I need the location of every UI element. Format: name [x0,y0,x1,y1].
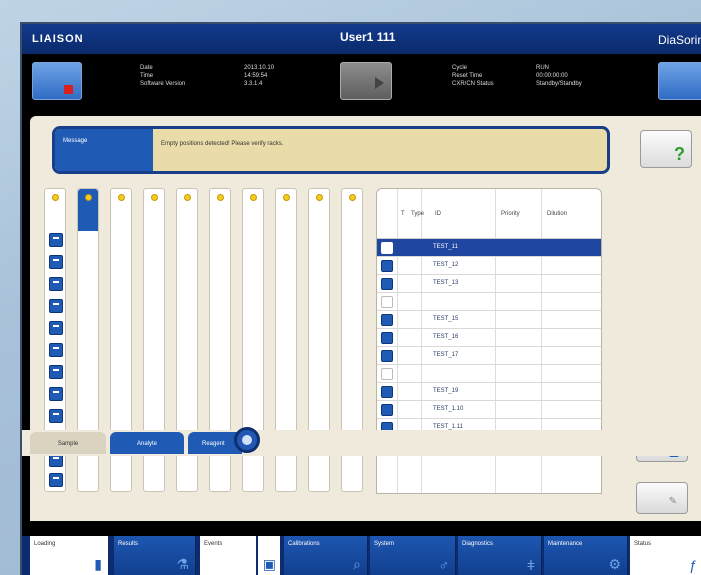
info-labels-right: Cycle Reset Time CXR/CN Status [452,65,494,87]
main-panel: Message Empty positions detected! Please… [30,116,701,521]
message-box: Message Empty positions detected! Please… [52,126,610,174]
secondary-card-button[interactable] [658,62,701,100]
message-text: Empty positions detected! Please verify … [161,141,284,147]
table-row[interactable]: TEST_16 [377,329,601,347]
tube-icon [381,350,393,362]
nav-calibrations[interactable]: Calibrations ⌕ [284,536,368,575]
rack-status-icon [52,194,59,201]
tube-icon [381,404,393,416]
play-button[interactable] [340,62,392,100]
question-mark-icon: ? [674,144,685,164]
table-row[interactable]: TEST_17 [377,347,601,365]
rack-status-icon [217,194,224,201]
nav-book[interactable]: ▣ [258,536,280,575]
tab-analyte[interactable]: Analyte [110,432,184,454]
alarm-indicator-icon [64,85,73,94]
message-label: Message [55,129,153,171]
nav-diagnostics[interactable]: Diagnostics ǂ [458,536,542,575]
tube-icon: ▮ [94,556,102,572]
flask-icon: ⚗ [176,556,189,572]
brand-logo: LIAISON [32,33,84,45]
rack-status-icon [283,194,290,201]
table-row[interactable]: TEST_19 [377,383,601,401]
rack-status-icon [85,194,92,201]
info-values-right: RUN 00:00:00:00 Standby/Standby [536,65,582,87]
book-icon: ▣ [262,556,276,572]
thermometer-icon: ǂ [526,557,535,573]
table-row[interactable]: TEST_12 [377,257,601,275]
tube-icon [49,409,63,423]
tube-icon [381,260,393,272]
tube-icon [49,343,63,357]
info-icon: ƒ [689,557,697,573]
tube-icon [49,255,63,269]
bottom-nav: Loading ▮ Results ⚗ Events ▣ Calibration… [22,536,701,575]
info-bar: Date Time Software Version 2013.10.10 14… [22,54,701,116]
info-labels-left: Date Time Software Version [140,65,186,87]
tube-icon [49,277,63,291]
tube-icon [381,242,393,254]
tube-icon [49,473,63,487]
gear-icon: ⚙ [608,556,621,572]
table-row[interactable]: TEST_13 [377,275,601,293]
title-bar: LIAISON User1 111 DiaSorin [22,24,701,54]
table-row[interactable]: TEST_15 [377,311,601,329]
tab-bar: Sample Analyte Reagent [22,427,701,456]
nav-results[interactable]: Results ⚗ [114,536,196,575]
help-button[interactable]: ? [640,130,692,168]
table-row[interactable] [377,293,601,311]
search-icon: ⌕ [353,556,361,572]
nav-system[interactable]: System ♂ [370,536,456,575]
analyzer-card-button[interactable] [32,62,82,100]
nav-maintenance[interactable]: Maintenance ⚙ [544,536,628,575]
tube-icon [381,314,393,326]
tube-icon [381,278,393,290]
play-icon [375,77,384,89]
pencil-icon: ✎ [668,496,677,507]
edit-button[interactable]: ✎ [636,482,688,514]
tube-icon [381,386,393,398]
rack-status-icon [118,194,125,201]
nav-events[interactable]: Events [200,536,256,575]
nav-loading[interactable]: Loading ▮ [30,536,108,575]
tube-icon [381,332,393,344]
table-row[interactable]: TEST_1.10 [377,401,601,419]
tube-icon [49,233,63,247]
rack-status-icon [184,194,191,201]
tube-icon [49,365,63,379]
instrument-screen: LIAISON User1 111 DiaSorin Date Time Sof… [20,22,701,575]
wrench-icon: ♂ [438,557,450,573]
rack-status-icon [316,194,323,201]
rack-status-icon [151,194,158,201]
manufacturer-label: DiaSorin [658,33,701,47]
table-row[interactable]: TEST_11 [377,239,601,257]
rack-status-icon [349,194,356,201]
tube-icon [49,321,63,335]
rack-status-icon [250,194,257,201]
tab-sample[interactable]: Sample [30,432,106,454]
empty-slot-icon [381,296,393,308]
table-header: T Type ID Priority Dilution [377,189,601,239]
empty-slot-icon [381,368,393,380]
info-values-left: 2013.10.10 14:59:54 3.3.1.4 [244,65,275,87]
tube-icon [49,387,63,401]
nav-status[interactable]: Status ƒ [630,536,701,575]
table-row[interactable] [377,365,601,383]
current-user: User1 111 [340,30,396,44]
tube-icon [49,299,63,313]
tab-toggle-button[interactable] [234,427,260,453]
